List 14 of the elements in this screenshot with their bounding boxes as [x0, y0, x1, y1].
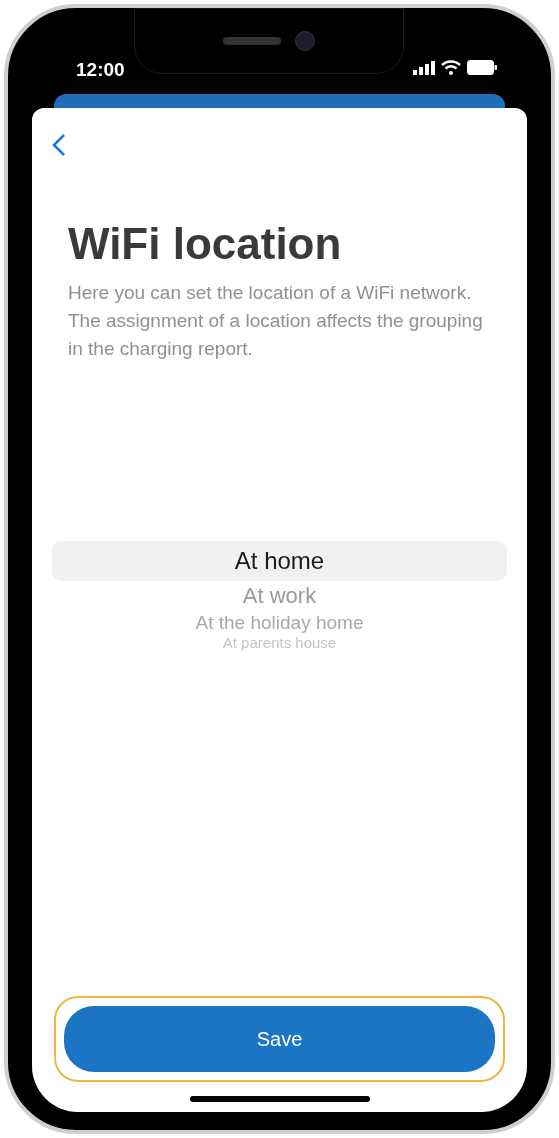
signal-icon — [413, 60, 435, 75]
camera-lens — [294, 31, 315, 51]
save-button[interactable]: Save — [64, 1006, 495, 1072]
speaker-grille — [222, 37, 281, 45]
picker-option[interactable]: At parents house — [222, 634, 337, 653]
status-time: 12:00 — [76, 58, 125, 82]
picker-option[interactable]: At the holiday home — [195, 610, 364, 635]
chevron-left-icon — [52, 133, 66, 157]
page-title: WiFi location — [68, 218, 343, 270]
page-description: Here you can set the location of a WiFi network. The assignment of a location affects the grouping in the charging report. — [68, 281, 484, 361]
battery-icon — [467, 60, 497, 75]
picker-option[interactable]: At home — [52, 541, 507, 581]
picker-option[interactable]: At work — [242, 581, 317, 611]
wifi-icon — [441, 60, 461, 75]
